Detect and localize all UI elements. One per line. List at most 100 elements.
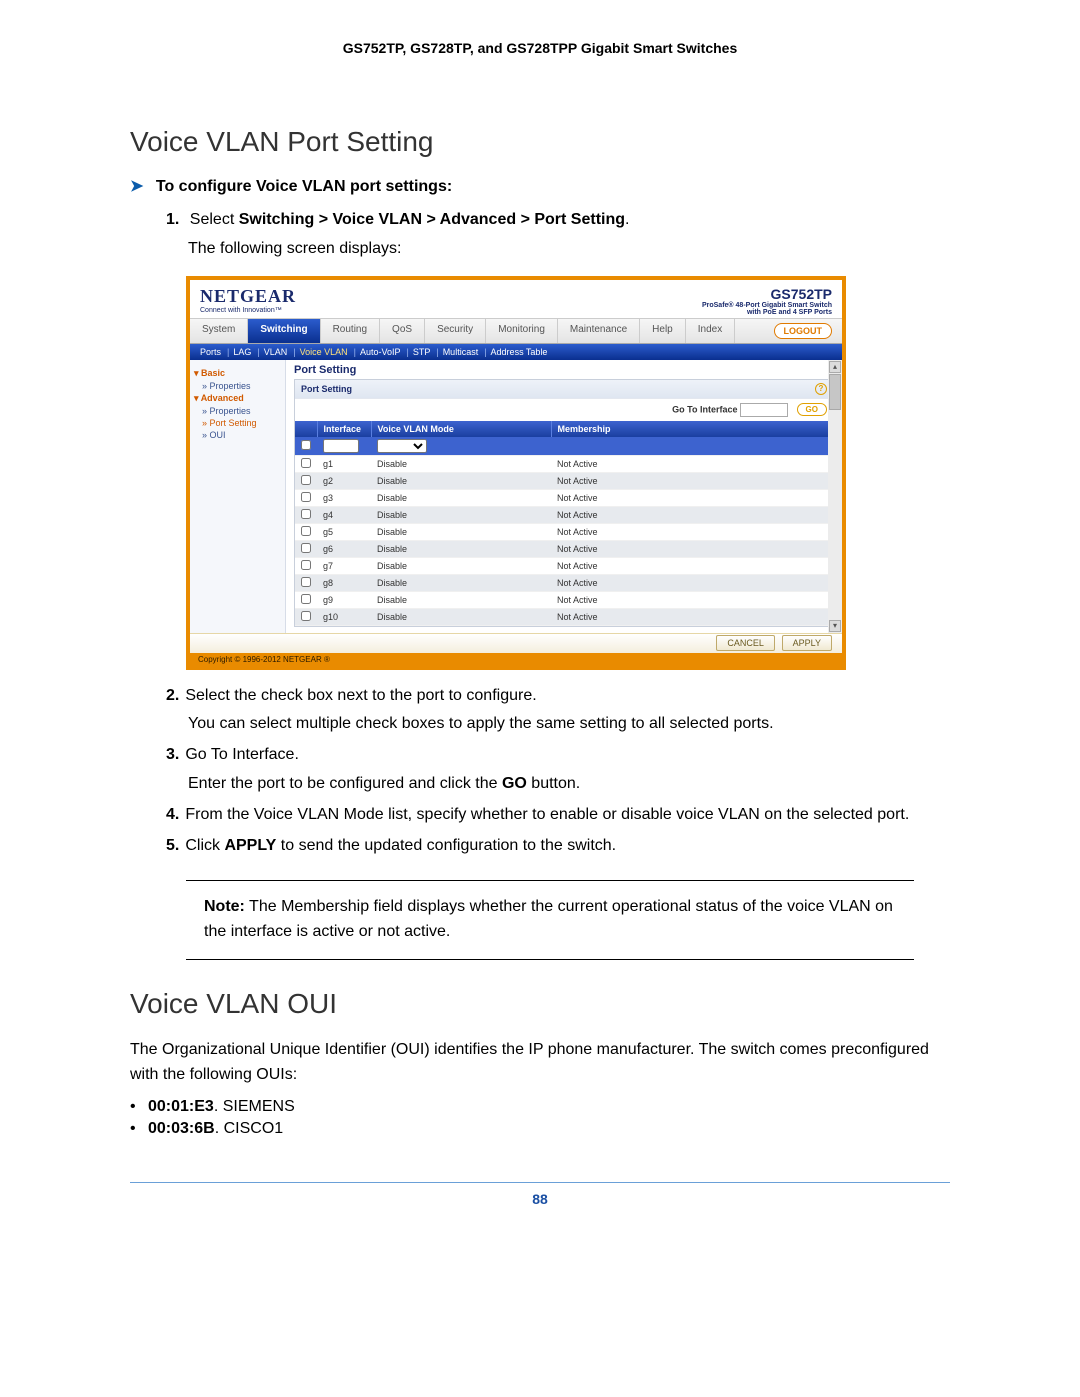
oui-name: . CISCO1 [215,1120,283,1137]
sidebar-item-basic-properties[interactable]: » Properties [202,381,281,391]
tab-routing[interactable]: Routing [321,319,380,343]
row-checkbox[interactable] [301,526,311,536]
sidebar-item-oui[interactable]: » OUI [202,430,281,440]
cell-membership: Not Active [551,591,833,608]
table-row: g4DisableNot Active [295,506,833,523]
tab-index[interactable]: Index [686,319,735,343]
list-item: •00:01:E3. SIEMENS [130,1098,950,1116]
goto-interface-input[interactable] [740,403,788,417]
sidebar-item-port-setting[interactable]: » Port Setting [202,418,281,428]
subtab-auto-voip[interactable]: Auto-VoIP [360,347,401,357]
cell-membership: Not Active [551,540,833,557]
step-3: 3.Go To Interface. Enter the port to be … [166,743,950,797]
tab-security[interactable]: Security [425,319,486,343]
step-4: 4.From the Voice VLAN Mode list, specify… [166,803,950,828]
row-checkbox[interactable] [301,475,311,485]
oui-code: 00:03:6B [148,1120,215,1137]
step-1: 1. Select Switching > Voice VLAN > Advan… [166,208,950,262]
cancel-button[interactable]: CANCEL [716,635,775,651]
note-block: Note: The Membership field displays whet… [186,880,914,960]
row-checkbox[interactable] [301,543,311,553]
cell-membership: Not Active [551,574,833,591]
subtab-ports[interactable]: Ports [200,347,221,357]
doc-header: GS752TP, GS728TP, and GS728TPP Gigabit S… [130,40,950,56]
goto-interface-label: Go To Interface [672,404,737,414]
step-5: 5.Click APPLY to send the updated config… [166,834,950,859]
subtab-address-table[interactable]: Address Table [491,347,548,357]
bullet-icon: • [130,1120,148,1138]
row-checkbox[interactable] [301,492,311,502]
cell-mode: Disable [371,472,551,489]
select-all-checkbox[interactable] [301,440,311,450]
vertical-scrollbar[interactable]: ▴ ▾ [828,360,842,633]
oui-intro: The Organizational Unique Identifier (OU… [130,1038,950,1088]
step1-path: Switching > Voice VLAN > Advanced > Port… [239,211,625,228]
step3-b-post: button. [527,775,580,792]
cell-membership: Not Active [551,455,833,472]
separator-icon: | [293,347,295,357]
tab-monitoring[interactable]: Monitoring [486,319,558,343]
step5-post: to send the updated configuration to the… [276,837,616,854]
row-checkbox[interactable] [301,509,311,519]
row-checkbox[interactable] [301,458,311,468]
scroll-up-icon[interactable]: ▴ [829,361,841,373]
tab-qos[interactable]: QoS [380,319,425,343]
logout-button[interactable]: LOGOUT [774,323,833,339]
filter-interface-input[interactable] [323,439,359,453]
step-2: 2.Select the check box next to the port … [166,684,950,738]
embedded-screenshot: NETGEAR Connect with Innovation™ GS752TP… [186,276,846,670]
subtab-voice-vlan[interactable]: Voice VLAN [300,347,348,357]
cell-membership: Not Active [551,489,833,506]
bullet-icon: • [130,1098,148,1116]
table-row: g2DisableNot Active [295,472,833,489]
cell-mode: Disable [371,540,551,557]
sidebar-item-adv-properties[interactable]: » Properties [202,406,281,416]
oui-code: 00:01:E3 [148,1098,214,1115]
go-button[interactable]: GO [797,403,827,416]
cell-membership: Not Active [551,472,833,489]
subtab-vlan[interactable]: VLAN [264,347,288,357]
cell-interface: g9 [317,591,371,608]
subtab-lag[interactable]: LAG [233,347,251,357]
note-body: The Membership field displays whether th… [204,898,893,940]
tab-system[interactable]: System [190,319,248,343]
col-checkbox [295,421,317,437]
scroll-thumb[interactable] [829,374,841,410]
sub-tabs: Ports|LAG|VLAN|Voice VLAN|Auto-VoIP|STP|… [190,344,842,360]
subtab-multicast[interactable]: Multicast [443,347,479,357]
row-checkbox[interactable] [301,611,311,621]
filter-mode-select[interactable] [377,439,427,453]
cell-mode: Disable [371,591,551,608]
tab-switching[interactable]: Switching [248,319,320,343]
row-checkbox[interactable] [301,594,311,604]
cell-mode: Disable [371,557,551,574]
step5-bold: APPLY [224,837,276,854]
copyright-text: Copyright © 1996-2012 NETGEAR ® [190,653,842,666]
table-row: g1DisableNot Active [295,455,833,472]
tab-help[interactable]: Help [640,319,686,343]
cell-mode: Disable [371,455,551,472]
cell-membership: Not Active [551,506,833,523]
cell-interface: g5 [317,523,371,540]
section-title-oui: Voice VLAN OUI [130,988,950,1020]
content-title: Port Setting [294,364,834,376]
sidebar-group-advanced[interactable]: ▾ Advanced [194,393,281,404]
step3-b-bold: GO [502,775,527,792]
sidebar-group-basic[interactable]: ▾ Basic [194,368,281,379]
row-checkbox[interactable] [301,560,311,570]
cell-mode: Disable [371,608,551,625]
separator-icon: | [406,347,408,357]
cell-interface: g7 [317,557,371,574]
row-checkbox[interactable] [301,577,311,587]
cell-interface: g4 [317,506,371,523]
step1-follow: The following screen displays: [188,237,950,262]
apply-button[interactable]: APPLY [782,635,832,651]
table-row: g7DisableNot Active [295,557,833,574]
separator-icon: | [257,347,259,357]
scroll-down-icon[interactable]: ▾ [829,620,841,632]
panel-sub-title: Port Setting [301,384,352,394]
subtab-stp[interactable]: STP [413,347,431,357]
tab-maintenance[interactable]: Maintenance [558,319,640,343]
help-icon[interactable]: ? [815,383,827,395]
separator-icon: | [227,347,229,357]
